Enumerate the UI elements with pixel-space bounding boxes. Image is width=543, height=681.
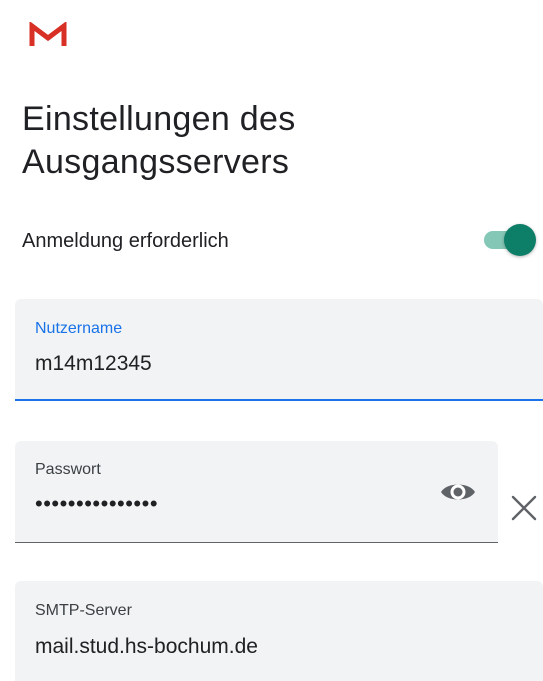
password-field[interactable]: Passwort ••••••••••••••• <box>15 441 498 543</box>
outgoing-server-settings-screen: Einstellungen des Ausgangsservers Anmeld… <box>0 0 543 681</box>
smtp-server-input[interactable] <box>35 635 515 659</box>
close-icon[interactable] <box>506 490 542 526</box>
smtp-server-field[interactable]: SMTP-Server <box>15 581 543 681</box>
username-input[interactable] <box>35 352 515 376</box>
toggle-thumb <box>504 224 536 256</box>
password-underline <box>15 542 498 543</box>
password-label: Passwort <box>35 461 101 478</box>
password-input[interactable]: ••••••••••••••• <box>35 491 158 517</box>
auth-required-toggle[interactable] <box>482 222 538 258</box>
username-label: Nutzername <box>35 320 123 337</box>
smtp-server-label: SMTP-Server <box>35 602 132 619</box>
gmail-logo <box>29 22 67 46</box>
auth-required-label: Anmeldung erforderlich <box>22 230 229 252</box>
username-field[interactable]: Nutzername <box>15 299 543 401</box>
username-underline <box>15 399 543 401</box>
page-title: Einstellungen des Ausgangsservers <box>22 100 296 181</box>
eye-icon[interactable] <box>438 476 478 508</box>
